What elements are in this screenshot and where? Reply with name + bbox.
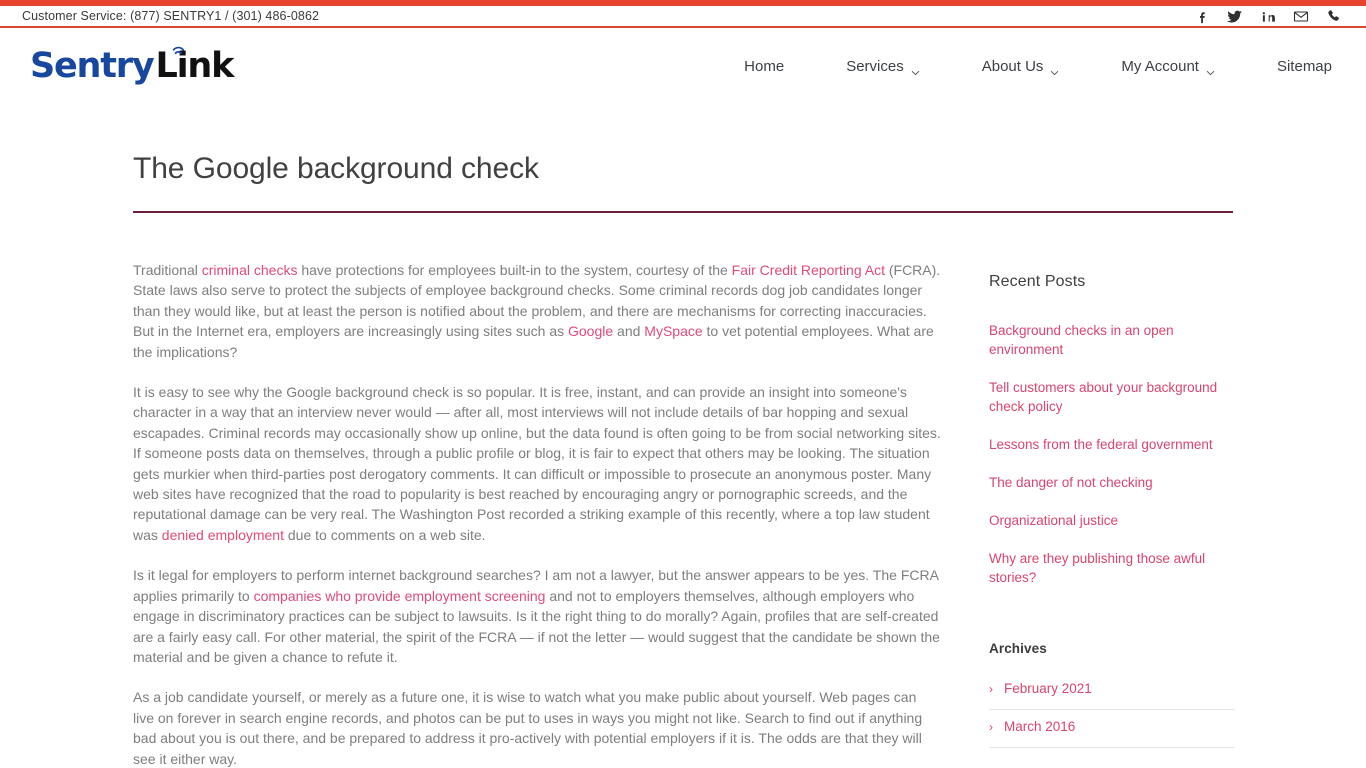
- wifi-signal-icon: [170, 44, 192, 62]
- recent-posts-heading: Recent Posts: [989, 273, 1086, 290]
- recent-post-link[interactable]: Organizational justice: [989, 511, 1235, 530]
- archive-item-march-2016[interactable]: › March 2016: [989, 710, 1235, 748]
- article-paragraph: It is easy to see why the Google backgro…: [133, 384, 941, 543]
- customer-service-phone: Customer Service: (877) SENTRY1 / (301) …: [22, 8, 320, 23]
- list-item: Lessons from the federal government: [989, 435, 1235, 454]
- list-item: Background checks in an open environment: [989, 321, 1235, 359]
- archive-link[interactable]: February 2021: [1004, 681, 1092, 696]
- logo-text-link: Link: [155, 45, 234, 86]
- nav-item-about-us[interactable]: About Us: [951, 57, 1091, 76]
- inline-link[interactable]: denied employment: [162, 527, 284, 543]
- inline-link[interactable]: Google: [568, 323, 613, 339]
- recent-post-link[interactable]: Background checks in an open environment: [989, 321, 1235, 359]
- email-icon[interactable]: [1293, 8, 1309, 24]
- article-paragraph: Traditional criminal checks have protect…: [133, 262, 941, 360]
- article-paragraph: As a job candidate yourself, or merely a…: [133, 689, 923, 767]
- recent-post-link[interactable]: Lessons from the federal government: [989, 435, 1235, 454]
- nav-label: About Us: [981, 57, 1044, 75]
- nav-label: Services: [846, 57, 904, 75]
- site-logo[interactable]: Sentry Link: [30, 45, 234, 86]
- list-item: Tell customers about your background che…: [989, 378, 1235, 416]
- page-title: The Google background check: [133, 152, 1233, 213]
- logo-text-sentry: Sentry: [30, 45, 155, 86]
- nav-item-sitemap[interactable]: Sitemap: [1246, 59, 1342, 74]
- linkedin-icon[interactable]: [1260, 8, 1276, 24]
- recent-post-link[interactable]: Tell customers about your background che…: [989, 378, 1235, 416]
- nav-label: Home: [744, 57, 785, 75]
- inline-link[interactable]: MySpace: [644, 323, 702, 339]
- list-item: Why are they publishing those awful stor…: [989, 549, 1235, 587]
- chevron-right-icon: ›: [989, 681, 993, 696]
- phone-icon[interactable]: [1326, 8, 1342, 24]
- inline-link[interactable]: criminal checks: [202, 262, 298, 278]
- page-title-area: The Google background check: [133, 104, 1233, 213]
- nav-label: My Account: [1121, 57, 1199, 75]
- chevron-down-icon: [911, 64, 920, 76]
- twitter-icon[interactable]: [1227, 8, 1243, 24]
- main-navigation: Home Services About Us My Account Sitema…: [713, 57, 1342, 76]
- nav-item-services[interactable]: Services: [815, 57, 951, 76]
- facebook-icon[interactable]: [1194, 8, 1210, 24]
- article-column: Traditional criminal checks have protect…: [133, 260, 941, 768]
- archive-link[interactable]: March 2016: [1004, 719, 1075, 734]
- content-area: Traditional criminal checks have protect…: [133, 213, 1235, 768]
- recent-post-link[interactable]: The danger of not checking: [989, 473, 1235, 492]
- inline-link[interactable]: companies who provide employment screeni…: [254, 588, 546, 604]
- inline-link[interactable]: Fair Credit Reporting Act: [732, 262, 885, 278]
- sidebar: Recent Posts Background checks in an ope…: [989, 260, 1235, 768]
- list-item: Organizational justice: [989, 511, 1235, 530]
- nav-item-my-account[interactable]: My Account: [1090, 57, 1246, 76]
- utility-top-bar: Customer Service: (877) SENTRY1 / (301) …: [0, 6, 1366, 28]
- list-item: The danger of not checking: [989, 473, 1235, 492]
- nav-label: Sitemap: [1276, 57, 1332, 75]
- social-links: [1194, 8, 1342, 24]
- chevron-right-icon: ›: [989, 719, 993, 734]
- nav-item-home[interactable]: Home: [713, 59, 815, 74]
- recent-post-link[interactable]: Why are they publishing those awful stor…: [989, 549, 1235, 587]
- article-paragraph: Is it legal for employers to perform int…: [133, 567, 940, 665]
- chevron-down-icon: [1206, 64, 1215, 76]
- archives-heading: Archives: [989, 641, 1047, 656]
- recent-posts-list: Background checks in an open environment…: [989, 321, 1235, 587]
- chevron-down-icon: [1050, 64, 1059, 76]
- archives-list: › February 2021 › March 2016: [989, 672, 1235, 748]
- archive-item-february-2021[interactable]: › February 2021: [989, 672, 1235, 710]
- site-header: Sentry Link Home Services About Us My Ac…: [0, 28, 1366, 104]
